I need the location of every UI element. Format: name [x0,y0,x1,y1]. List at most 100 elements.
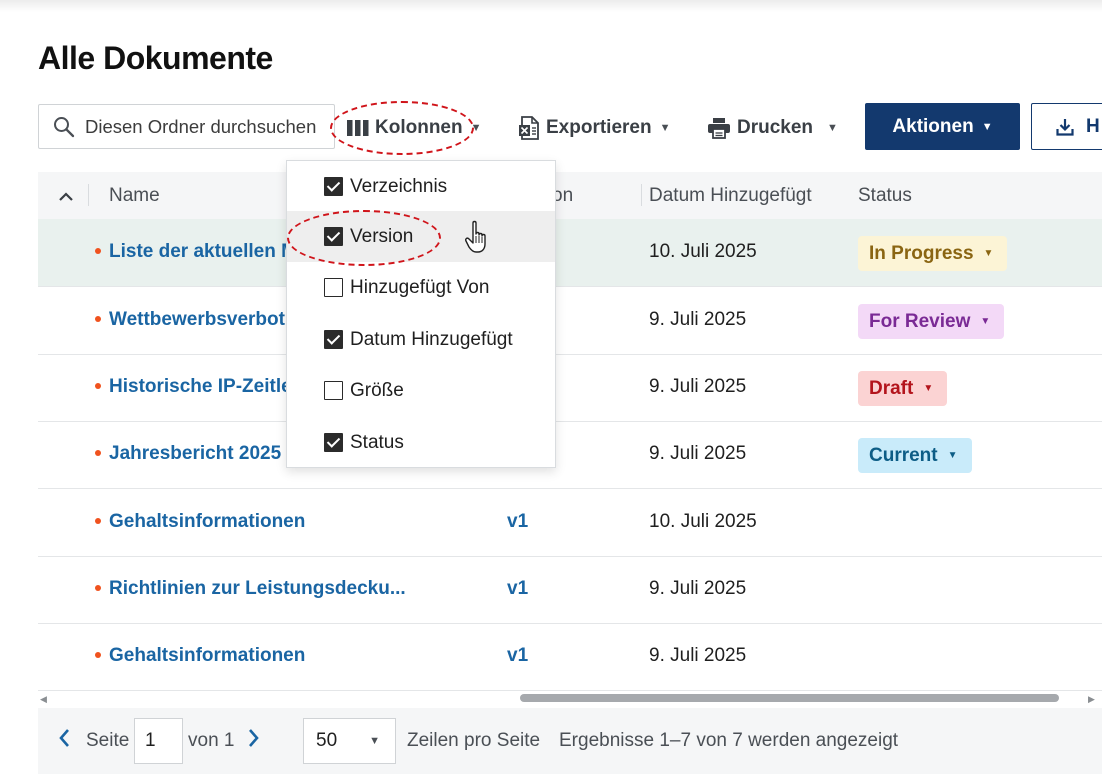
results-summary: Ergebnisse 1–7 von 7 werden angezeigt [559,730,899,751]
upload-label: H [1086,115,1100,137]
version-link[interactable]: v1 [507,578,528,600]
status-badge[interactable]: In Progress ▼ [858,236,1008,271]
download-icon [1056,118,1074,136]
page-label: Seite [86,730,130,751]
date-added-cell: 9. Juli 2025 [649,376,747,397]
chevron-down-icon: ▼ [923,383,934,394]
pagination-bar: Seite von 1 50 ▼ Zeilen pro Seite Ergebn… [38,708,1102,774]
document-name-link[interactable]: Gehaltsinformationen [109,511,305,533]
actions-label: Aktionen [892,115,974,137]
header-date-added[interactable]: Datum Hinzugefügt [649,185,812,207]
search-icon [54,116,75,137]
status-label: In Progress [869,242,974,264]
upload-button[interactable]: H [1031,103,1102,150]
unread-dot [95,585,101,591]
checkbox-unchecked-icon[interactable] [324,381,343,400]
print-button[interactable]: Drucken ▼ [707,112,838,144]
next-page-icon[interactable] [248,728,260,754]
columns-label: Kolonnen [375,117,463,138]
chevron-down-icon: ▼ [980,316,991,327]
checkbox-unchecked-icon[interactable] [324,278,343,297]
document-name-link[interactable]: Richtlinien zur Leistungsdecku... [109,578,406,600]
column-option-label: Datum Hinzugefügt [350,328,513,350]
date-added-cell: 10. Juli 2025 [649,241,757,262]
status-badge[interactable]: For Review ▼ [858,304,1005,339]
checkbox-checked-icon[interactable] [324,227,343,246]
unread-dot [95,652,101,658]
scroll-left-icon[interactable]: ◀ [40,694,47,705]
search-input[interactable] [85,115,325,138]
column-option-label: Größe [350,379,404,401]
document-name-link[interactable]: Historische IP-Zeitle [109,376,292,398]
unread-dot [95,316,101,322]
chevron-down-icon: ▼ [947,450,958,461]
version-link[interactable]: v1 [507,511,528,533]
column-option[interactable]: Verzeichnis [287,161,555,212]
header-status[interactable]: Status [858,185,912,207]
unread-dot [95,248,101,254]
export-label: Exportieren [546,117,652,138]
date-added-cell: 9. Juli 2025 [649,578,747,599]
date-added-cell: 9. Juli 2025 [649,309,747,330]
date-added-cell: 9. Juli 2025 [649,443,747,464]
document-name-link[interactable]: Jahresbericht 2025 [109,443,281,465]
chevron-down-icon: ▼ [827,122,838,134]
column-option[interactable]: Hinzugefügt Von [287,262,555,313]
document-name-link[interactable]: Liste der aktuellen M [109,241,297,263]
column-option[interactable]: Größe [287,365,555,416]
unread-dot [95,518,101,524]
status-label: Draft [869,377,914,399]
column-option-label: Status [350,431,404,453]
chevron-down-icon: ▼ [659,122,671,134]
version-link[interactable]: v1 [507,645,528,667]
scroll-right-icon[interactable]: ▶ [1088,694,1095,705]
document-name-link[interactable]: Wettbewerbsverbot [109,309,285,331]
status-badge[interactable]: Draft ▼ [858,371,948,406]
rows-per-page-select[interactable]: 50 ▼ [303,718,396,764]
unread-dot [95,450,101,456]
status-label: For Review [869,310,971,332]
printer-icon [708,118,730,139]
checkbox-checked-icon[interactable] [324,433,343,452]
checkbox-checked-icon[interactable] [324,177,343,196]
checkbox-checked-icon[interactable] [324,330,343,349]
hand-cursor-icon [465,220,486,253]
table-row[interactable]: Liste der aktuellen M 10. Juli 2025 In Pro… [38,219,1102,287]
unread-dot [95,383,101,389]
table-row[interactable]: Gehaltsinformationen v1 9. Juli 2025 [38,623,1102,691]
export-button[interactable]: Exportieren ▼ [518,112,670,144]
chevron-down-icon: ▼ [369,735,380,747]
sort-up-icon[interactable] [58,189,74,203]
rows-per-page-label: Zeilen pro Seite [407,730,541,751]
print-label: Drucken [737,117,814,138]
column-option-label: Hinzugefügt Von [350,276,490,298]
chevron-down-icon: ▼ [981,120,993,133]
table-header: Name on Datum Hinzugefügt Status [38,172,1102,219]
table-row[interactable]: Jahresbericht 2025 9. Juli 2025 Current ▼ [38,421,1102,489]
search-box[interactable] [38,104,335,149]
column-divider [88,184,89,206]
table-row[interactable]: Richtlinien zur Leistungsdecku... v1 9. Ju… [38,556,1102,624]
excel-file-icon [519,116,539,140]
status-badge[interactable]: Current ▼ [858,438,972,473]
column-divider [641,184,642,206]
status-label: Current [869,444,938,466]
column-option[interactable]: Status [287,417,555,468]
horizontal-scrollbar[interactable]: ◀ ▶ [38,690,1102,706]
header-name[interactable]: Name [109,185,160,207]
table-row[interactable]: Gehaltsinformationen v1 10. Juli 2025 [38,489,1102,557]
page-title: Alle Dokumente [38,40,273,76]
chevron-down-icon: ▼ [983,248,994,259]
columns-button[interactable]: Kolonnen ▼ [347,112,482,144]
table-row[interactable]: Historische IP-Zeitle 9. Juli 2025 Draft ▼ [38,354,1102,422]
actions-button[interactable]: Aktionen ▼ [865,103,1020,150]
table-row[interactable]: Wettbewerbsverbot 9. Juli 2025 For Review ▼ [38,287,1102,355]
page-number-input[interactable] [134,718,183,764]
column-option[interactable]: Version [287,211,555,262]
columns-icon [347,120,369,136]
document-name-link[interactable]: Gehaltsinformationen [109,645,305,667]
prev-page-icon[interactable] [58,728,70,754]
column-option[interactable]: Datum Hinzugefügt [287,314,555,365]
chevron-down-icon: ▼ [470,122,482,134]
scrollbar-thumb[interactable] [520,694,1059,702]
